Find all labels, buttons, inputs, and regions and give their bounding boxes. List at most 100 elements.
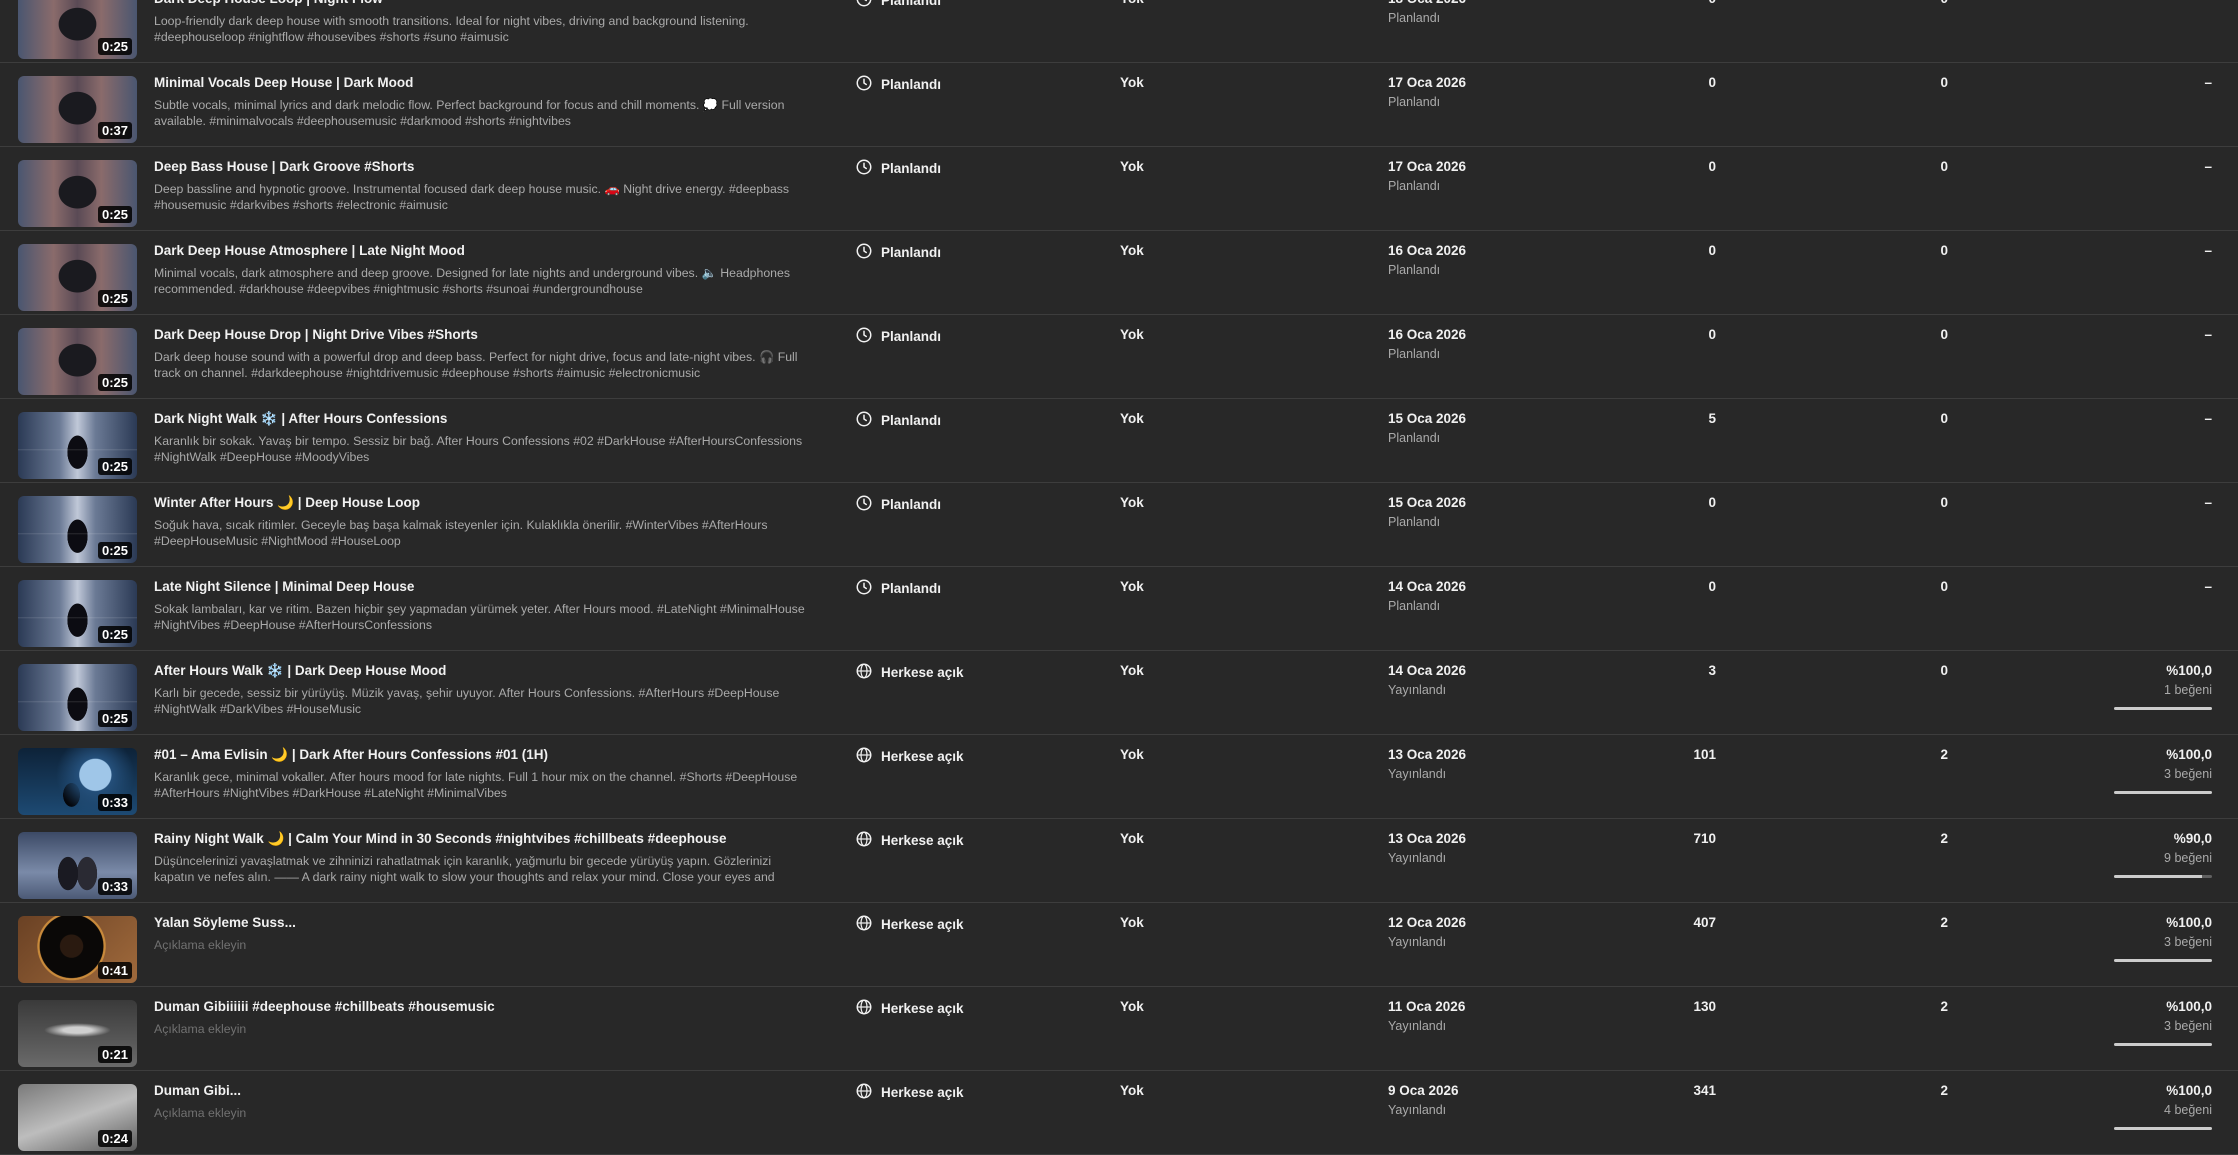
visibility-cell[interactable]: Planlandı (855, 158, 941, 179)
video-duration: 0:33 (97, 794, 132, 811)
video-title[interactable]: Winter After Hours 🌙 | Deep House Loop (154, 495, 814, 511)
video-thumbnail[interactable]: 0:25 (18, 496, 137, 563)
visibility-cell[interactable]: Planlandı (855, 578, 941, 599)
video-description: Açıklama ekleyin (154, 938, 247, 952)
visibility-cell[interactable]: Planlandı (855, 242, 941, 263)
likes-cell: – (2204, 327, 2212, 342)
visibility-label: Planlandı (881, 497, 942, 512)
video-title[interactable]: Dark Night Walk ❄️ | After Hours Confess… (154, 411, 814, 427)
date-cell: 18 Oca 2026 (1388, 0, 1466, 6)
likes-cell: – (2204, 159, 2212, 174)
visibility-cell[interactable]: Planlandı (855, 326, 941, 347)
comments-cell: 0 (1940, 663, 1948, 678)
video-row[interactable]: 0:25 After Hours Walk ❄️ | Dark Deep Hou… (0, 652, 2238, 735)
video-title[interactable]: Duman Gibi... (154, 1083, 814, 1098)
video-title[interactable]: Dark Deep House Atmosphere | Late Night … (154, 243, 814, 258)
video-title[interactable]: Deep Bass House | Dark Groove #Shorts (154, 159, 814, 174)
video-row[interactable]: 0:37 Minimal Vocals Deep House | Dark Mo… (0, 64, 2238, 147)
restrictions-cell: Yok (1120, 495, 1144, 510)
video-title[interactable]: Late Night Silence | Minimal Deep House (154, 579, 814, 594)
video-row[interactable]: 0:25 Late Night Silence | Minimal Deep H… (0, 568, 2238, 651)
video-title[interactable]: Rainy Night Walk 🌙 | Calm Your Mind in 3… (154, 831, 814, 847)
video-title[interactable]: Dark Deep House Drop | Night Drive Vibes… (154, 327, 814, 342)
video-row[interactable]: 0:25 Deep Bass House | Dark Groove #Shor… (0, 148, 2238, 231)
video-thumbnail[interactable]: 0:33 (18, 748, 137, 815)
date-status: Planlandı (1388, 95, 1441, 109)
video-title[interactable]: Duman Gibiiiiii #deephouse #chillbeats #… (154, 999, 814, 1014)
video-row[interactable]: 0:25 Winter After Hours 🌙 | Deep House L… (0, 484, 2238, 567)
video-thumbnail[interactable]: 0:33 (18, 832, 137, 899)
video-thumbnail[interactable]: 0:25 (18, 580, 137, 647)
video-row[interactable]: 0:25 Dark Deep House Atmosphere | Late N… (0, 232, 2238, 315)
visibility-cell[interactable]: Herkese açık (855, 746, 964, 767)
video-row[interactable]: 0:41 Yalan Söyleme Suss... Açıklama ekle… (0, 904, 2238, 987)
views-cell: 0 (1708, 579, 1716, 594)
video-duration: 0:25 (97, 626, 132, 643)
video-thumbnail[interactable]: 0:41 (18, 916, 137, 983)
like-ratio-fill (2114, 1127, 2212, 1130)
video-thumbnail[interactable]: 0:21 (18, 1000, 137, 1067)
visibility-cell[interactable]: Herkese açık (855, 998, 964, 1019)
video-duration: 0:25 (97, 290, 132, 307)
video-duration: 0:21 (97, 1046, 132, 1063)
restrictions-cell: Yok (1120, 0, 1144, 6)
views-cell: 0 (1708, 159, 1716, 174)
video-duration: 0:33 (97, 878, 132, 895)
video-row[interactable]: 0:25 Dark Deep House Drop | Night Drive … (0, 316, 2238, 399)
likes-cell: – (2204, 579, 2212, 594)
date-cell: 14 Oca 2026 (1388, 663, 1467, 678)
video-duration: 0:24 (97, 1130, 132, 1147)
video-title[interactable]: After Hours Walk ❄️ | Dark Deep House Mo… (154, 663, 814, 679)
visibility-cell[interactable]: Planlandı (855, 0, 941, 11)
date-cell: 16 Oca 2026 (1388, 243, 1467, 258)
video-title[interactable]: Yalan Söyleme Suss... (154, 915, 814, 930)
likes-count: 3 beğeni (2164, 767, 2212, 781)
comments-cell: 2 (1940, 747, 1948, 762)
video-row[interactable]: 0:33 #01 – Ama Evlisin 🌙 | Dark After Ho… (0, 736, 2238, 819)
views-cell: 5 (1708, 411, 1716, 426)
video-thumbnail[interactable]: 0:37 (18, 76, 137, 143)
video-title[interactable]: Minimal Vocals Deep House | Dark Mood (154, 75, 814, 90)
clock-icon (855, 410, 873, 431)
date-cell: 13 Oca 2026 (1388, 831, 1467, 846)
video-thumbnail[interactable]: 0:25 (18, 664, 137, 731)
video-thumbnail[interactable]: 0:25 (18, 0, 137, 59)
likes-cell: %100,0 (2166, 915, 2212, 930)
globe-icon (855, 830, 873, 851)
visibility-cell[interactable]: Planlandı (855, 494, 941, 515)
visibility-cell[interactable]: Planlandı (855, 74, 941, 95)
restrictions-cell: Yok (1120, 663, 1144, 678)
visibility-cell[interactable]: Herkese açık (855, 1082, 964, 1103)
visibility-cell[interactable]: Herkese açık (855, 914, 964, 935)
video-title[interactable]: Dark Deep House Loop | Night Flow (154, 0, 814, 6)
date-status: Yayınlandı (1388, 935, 1447, 949)
video-duration: 0:37 (97, 122, 132, 139)
visibility-cell[interactable]: Herkese açık (855, 830, 964, 851)
date-status: Planlandı (1388, 599, 1441, 613)
restrictions-cell: Yok (1120, 747, 1144, 762)
likes-count: 3 beğeni (2164, 935, 2212, 949)
video-row[interactable]: 0:25 Dark Deep House Loop | Night Flow L… (0, 0, 2238, 63)
globe-icon (855, 746, 873, 767)
visibility-cell[interactable]: Herkese açık (855, 662, 964, 683)
video-thumbnail[interactable]: 0:25 (18, 412, 137, 479)
video-description: Karlı bir gecede, sessiz bir yürüyüş. Mü… (154, 686, 780, 716)
video-thumbnail[interactable]: 0:25 (18, 160, 137, 227)
video-thumbnail[interactable]: 0:25 (18, 328, 137, 395)
video-row[interactable]: 0:24 Duman Gibi... Açıklama ekleyin Herk… (0, 1072, 2238, 1155)
like-ratio-fill (2114, 1043, 2212, 1046)
video-thumbnail[interactable]: 0:24 (18, 1084, 137, 1151)
video-row[interactable]: 0:21 Duman Gibiiiiii #deephouse #chillbe… (0, 988, 2238, 1071)
visibility-cell[interactable]: Planlandı (855, 410, 941, 431)
like-ratio-fill (2114, 875, 2203, 878)
clock-icon (855, 74, 873, 95)
date-cell: 15 Oca 2026 (1388, 495, 1467, 510)
likes-cell: %100,0 (2166, 747, 2212, 762)
video-thumbnail[interactable]: 0:25 (18, 244, 137, 311)
video-row[interactable]: 0:25 Dark Night Walk ❄️ | After Hours Co… (0, 400, 2238, 483)
video-title[interactable]: #01 – Ama Evlisin 🌙 | Dark After Hours C… (154, 747, 814, 763)
date-status: Yayınlandı (1388, 767, 1447, 781)
clock-icon (855, 158, 873, 179)
date-status: Yayınlandı (1388, 683, 1447, 697)
video-row[interactable]: 0:33 Rainy Night Walk 🌙 | Calm Your Mind… (0, 820, 2238, 903)
